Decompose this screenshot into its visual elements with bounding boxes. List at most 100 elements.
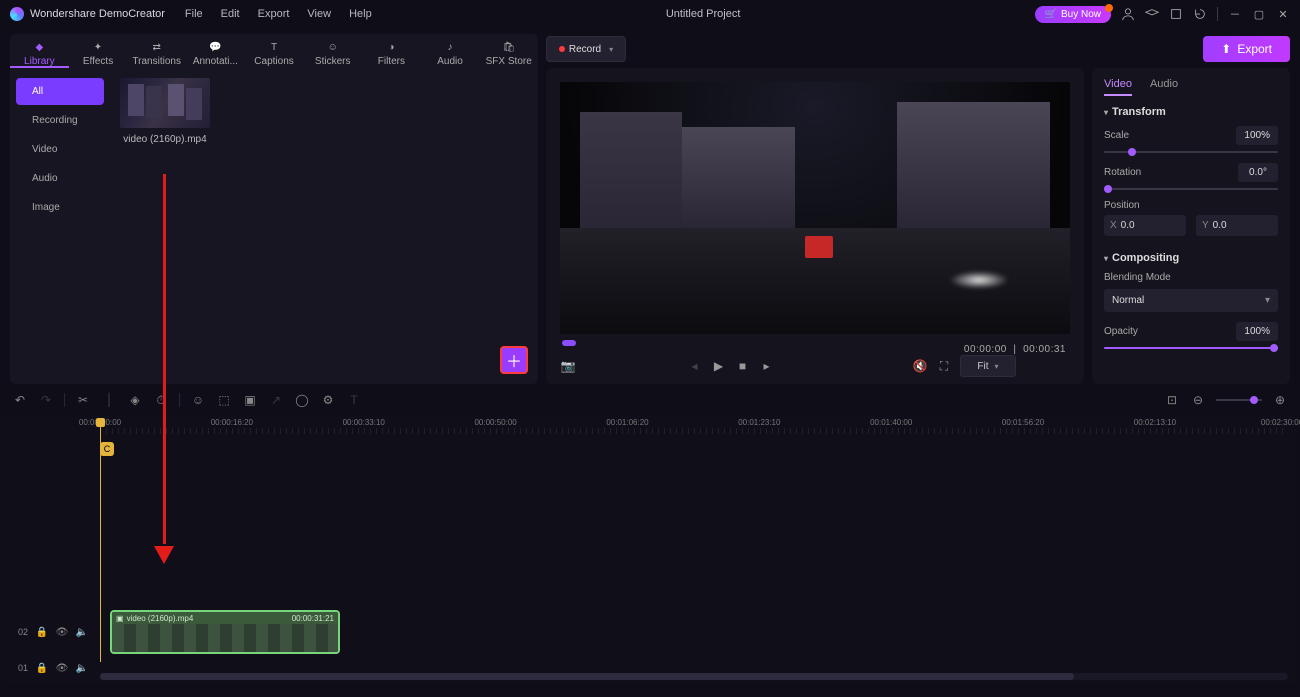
- scale-value[interactable]: 100%: [1236, 126, 1278, 145]
- position-x-input[interactable]: X0.0: [1104, 215, 1186, 236]
- timeline-toolbar: ↶ ↷ ✂ ⎮ ◈ ⏱ ☺ ⬚ ▣ ↗ ◯ ⚙ T ⊡ ⊖ ⊕: [0, 386, 1300, 414]
- lib-cat-all[interactable]: All: [16, 78, 104, 105]
- text-button[interactable]: T: [346, 392, 362, 408]
- stop-button[interactable]: ■: [735, 358, 751, 374]
- history-icon[interactable]: [1193, 7, 1207, 21]
- timeline-scrollbar[interactable]: [100, 673, 1288, 680]
- group-button[interactable]: ⬚: [216, 392, 232, 408]
- tab-sfx[interactable]: 🛍SFX Store: [479, 38, 538, 68]
- lib-cat-video[interactable]: Video: [16, 136, 104, 163]
- next-frame-button[interactable]: ▸: [759, 358, 775, 374]
- fit-timeline-button[interactable]: ⊡: [1164, 392, 1180, 408]
- record-label: Record: [569, 44, 601, 55]
- transitions-icon: ⇄: [151, 42, 163, 53]
- menu-edit[interactable]: Edit: [221, 8, 240, 20]
- tab-library[interactable]: ◆Library: [10, 38, 69, 68]
- properties-panel: Video Audio Transform Scale100% Rotation…: [1092, 68, 1290, 384]
- zoom-fit-select[interactable]: Fit ▾: [960, 355, 1016, 377]
- snapshot-button[interactable]: 📷: [560, 358, 576, 374]
- record-button[interactable]: Record ▾: [546, 36, 626, 62]
- ruler-tick: 00:01:06:20: [606, 418, 648, 427]
- account-icon[interactable]: [1121, 7, 1135, 21]
- minimize-button[interactable]: －: [1228, 7, 1242, 21]
- scrub-handle[interactable]: [562, 340, 576, 346]
- undo-button[interactable]: ↶: [12, 392, 28, 408]
- zoom-out-button[interactable]: ⊖: [1190, 392, 1206, 408]
- prop-tab-video[interactable]: Video: [1104, 78, 1132, 96]
- adjust-button[interactable]: ⚙: [320, 392, 336, 408]
- tab-effects[interactable]: ✦Effects: [69, 38, 128, 68]
- marker-button[interactable]: ◈: [127, 392, 143, 408]
- tab-transitions[interactable]: ⇄ Transitions: [127, 38, 186, 68]
- chevron-down-icon: ▾: [995, 362, 999, 371]
- graduation-icon[interactable]: [1145, 7, 1159, 21]
- tab-captions[interactable]: TCaptions: [245, 38, 304, 68]
- scale-slider[interactable]: [1104, 151, 1278, 153]
- lock-icon[interactable]: 🔒: [36, 626, 48, 638]
- preview-viewport[interactable]: [560, 82, 1070, 334]
- media-thumbnail[interactable]: video (2160p).mp4: [120, 78, 210, 145]
- marker-c[interactable]: C: [100, 442, 114, 456]
- mute-icon[interactable]: 🔈: [76, 626, 88, 638]
- zoom-in-button[interactable]: ⊕: [1272, 392, 1288, 408]
- fit-label: Fit: [977, 361, 988, 372]
- section-compositing[interactable]: Compositing: [1104, 252, 1278, 264]
- prev-frame-button[interactable]: ◂: [687, 358, 703, 374]
- lib-cat-image[interactable]: Image: [16, 194, 104, 221]
- lock-icon[interactable]: 🔒: [36, 662, 48, 674]
- menu-file[interactable]: File: [185, 8, 203, 20]
- import-media-button[interactable]: ＋: [500, 346, 528, 374]
- visibility-icon[interactable]: 👁: [56, 626, 68, 638]
- play-button[interactable]: ▶: [711, 358, 727, 374]
- prop-tab-audio[interactable]: Audio: [1150, 78, 1178, 96]
- export-button[interactable]: ⬆ Export: [1203, 36, 1290, 62]
- buy-now-label: Buy Now: [1061, 9, 1101, 20]
- ruler-tick: 00:01:40:00: [870, 418, 912, 427]
- time-current: 00:00:00: [964, 344, 1007, 355]
- mute-icon[interactable]: 🔈: [76, 662, 88, 674]
- scrollbar-thumb[interactable]: [100, 673, 1074, 680]
- menu-export[interactable]: Export: [258, 8, 290, 20]
- captions-icon: T: [268, 42, 280, 53]
- tab-label: Transitions: [132, 56, 181, 67]
- position-y-input[interactable]: Y0.0: [1196, 215, 1278, 236]
- lib-cat-audio[interactable]: Audio: [16, 165, 104, 192]
- maximize-button[interactable]: ▢: [1252, 7, 1266, 21]
- split-button[interactable]: ⎮: [101, 392, 117, 408]
- opacity-label: Opacity: [1104, 326, 1138, 337]
- ruler-tick: 00:01:23:10: [738, 418, 780, 427]
- visibility-icon[interactable]: 👁: [56, 662, 68, 674]
- crop-button[interactable]: ✂: [75, 392, 91, 408]
- volume-button[interactable]: 🔇: [912, 358, 928, 374]
- menu-help[interactable]: Help: [349, 8, 372, 20]
- blend-mode-select[interactable]: Normal▾: [1104, 289, 1278, 312]
- close-button[interactable]: ✕: [1276, 7, 1290, 21]
- tab-stickers[interactable]: ☺Stickers: [303, 38, 362, 68]
- tab-filters[interactable]: ◑Filters: [362, 38, 421, 68]
- export-icon: ⬆: [1221, 42, 1231, 56]
- track-number: 02: [18, 627, 28, 637]
- section-transform[interactable]: Transform: [1104, 106, 1278, 118]
- zoom-slider[interactable]: [1216, 399, 1262, 401]
- save-icon[interactable]: [1169, 7, 1183, 21]
- speed-button[interactable]: ⏱: [153, 392, 169, 408]
- opacity-value[interactable]: 100%: [1236, 322, 1278, 341]
- blend-label: Blending Mode: [1104, 272, 1171, 283]
- cursor-button[interactable]: ↗: [268, 392, 284, 408]
- buy-now-button[interactable]: 🛒 Buy Now: [1035, 6, 1111, 23]
- circle-button[interactable]: ◯: [294, 392, 310, 408]
- app-logo: [10, 7, 24, 21]
- fullscreen-button[interactable]: ⛶: [936, 358, 952, 374]
- rotation-value[interactable]: 0.0°: [1238, 163, 1278, 182]
- lib-cat-recording[interactable]: Recording: [16, 107, 104, 134]
- pip-button[interactable]: ▣: [242, 392, 258, 408]
- redo-button[interactable]: ↷: [38, 392, 54, 408]
- face-button[interactable]: ☺: [190, 392, 206, 408]
- tab-audio[interactable]: ♪Audio: [421, 38, 480, 68]
- rotation-slider[interactable]: [1104, 188, 1278, 190]
- tab-annotations[interactable]: 💬Annotati...: [186, 38, 245, 68]
- opacity-slider[interactable]: [1104, 347, 1278, 349]
- export-label: Export: [1237, 42, 1272, 56]
- menu-view[interactable]: View: [307, 8, 331, 20]
- timeline-clip[interactable]: ▣ video (2160p).mp4 00:00:31:21: [110, 610, 340, 654]
